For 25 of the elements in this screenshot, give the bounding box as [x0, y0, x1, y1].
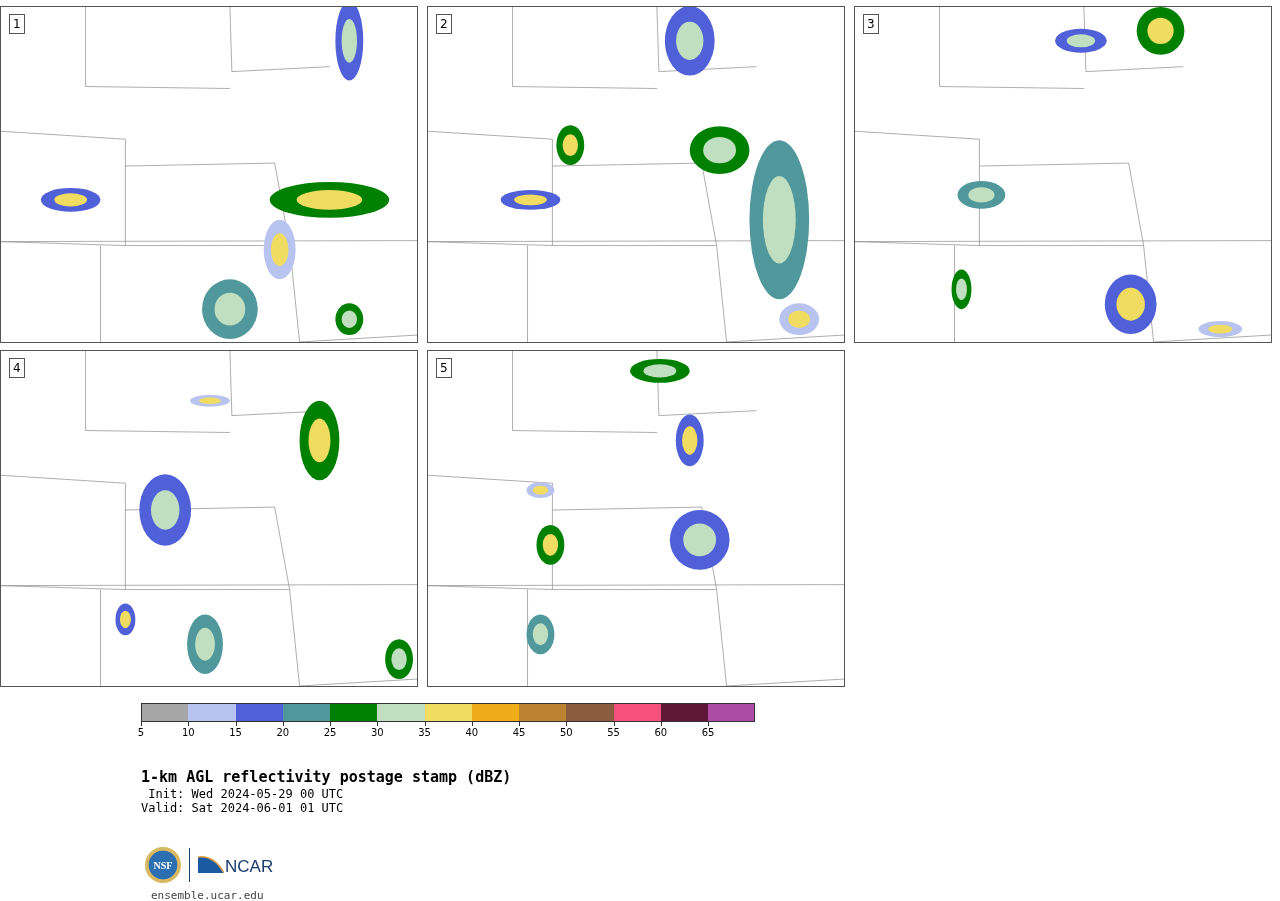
swoosh-icon: [198, 855, 224, 875]
tick-label: 10: [181, 727, 195, 738]
tick-label: 20: [276, 727, 290, 738]
tick-label: 15: [229, 727, 242, 738]
tick-label: 5: [137, 727, 145, 738]
tick-label: 45: [512, 727, 526, 738]
panel-number: 1: [9, 14, 25, 34]
tick-label: 40: [465, 727, 479, 738]
tick-label: 50: [559, 727, 573, 738]
panel-number: 2: [436, 14, 452, 34]
panel-number: 4: [9, 358, 25, 378]
panel-number: 3: [863, 14, 879, 34]
tick-label: 55: [607, 727, 620, 738]
seal-logo: NSF: [145, 847, 181, 883]
init-time: Init: Wed 2024-05-29 00 UTC: [147, 787, 345, 801]
panel-number: 5: [436, 358, 452, 378]
ncar-logo: NCAR: [198, 855, 274, 875]
tick-label: 25: [323, 727, 337, 738]
valid-time: Valid: Sat 2024-06-01 01 UTC: [141, 801, 345, 815]
tick-label: 60: [654, 727, 668, 738]
site-url: ensemble.ucar.edu: [151, 889, 265, 901]
tick-label: 35: [418, 727, 431, 738]
tick-label: 30: [370, 727, 384, 738]
chart-title: 1-km AGL reflectivity postage stamp (dBZ): [141, 768, 513, 786]
tick-label: 65: [701, 727, 715, 738]
